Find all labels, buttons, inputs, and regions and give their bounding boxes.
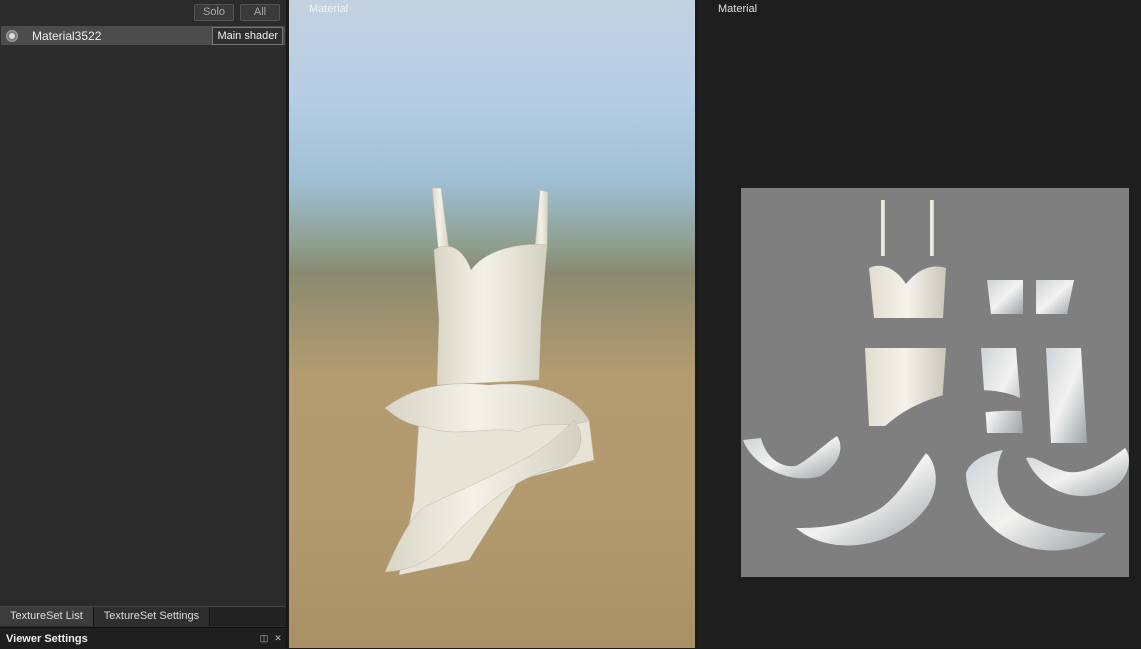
float-icon[interactable]: ◫ (258, 633, 270, 644)
viewport-3d[interactable]: Material (289, 0, 695, 648)
uv-islands (743, 200, 1129, 551)
all-button[interactable]: All (240, 4, 280, 21)
viewer-settings-header[interactable]: Viewer Settings ◫ ✕ (0, 627, 286, 649)
close-icon[interactable]: ✕ (272, 633, 284, 644)
viewport-2d-label: Material (718, 3, 758, 15)
panel-tabs: TextureSet List TextureSet Settings (0, 606, 286, 626)
solo-button[interactable]: Solo (194, 4, 234, 21)
material-name: Material3522 (32, 28, 102, 43)
filter-buttons: Solo All (194, 4, 280, 21)
dress-model (384, 187, 595, 576)
texture-set-panel: Solo All Material3522 Main shader Textur… (0, 0, 287, 649)
tab-textureset-list[interactable]: TextureSet List (0, 607, 94, 626)
material-row[interactable]: Material3522 Main shader (1, 26, 285, 45)
shader-button[interactable]: Main shader (212, 26, 283, 45)
radio-icon[interactable] (6, 29, 18, 42)
tab-textureset-settings[interactable]: TextureSet Settings (93, 607, 211, 626)
viewer-settings-title: Viewer Settings (6, 632, 88, 645)
viewport-2d[interactable]: Material (697, 0, 1141, 648)
uv-layout (741, 188, 1129, 577)
